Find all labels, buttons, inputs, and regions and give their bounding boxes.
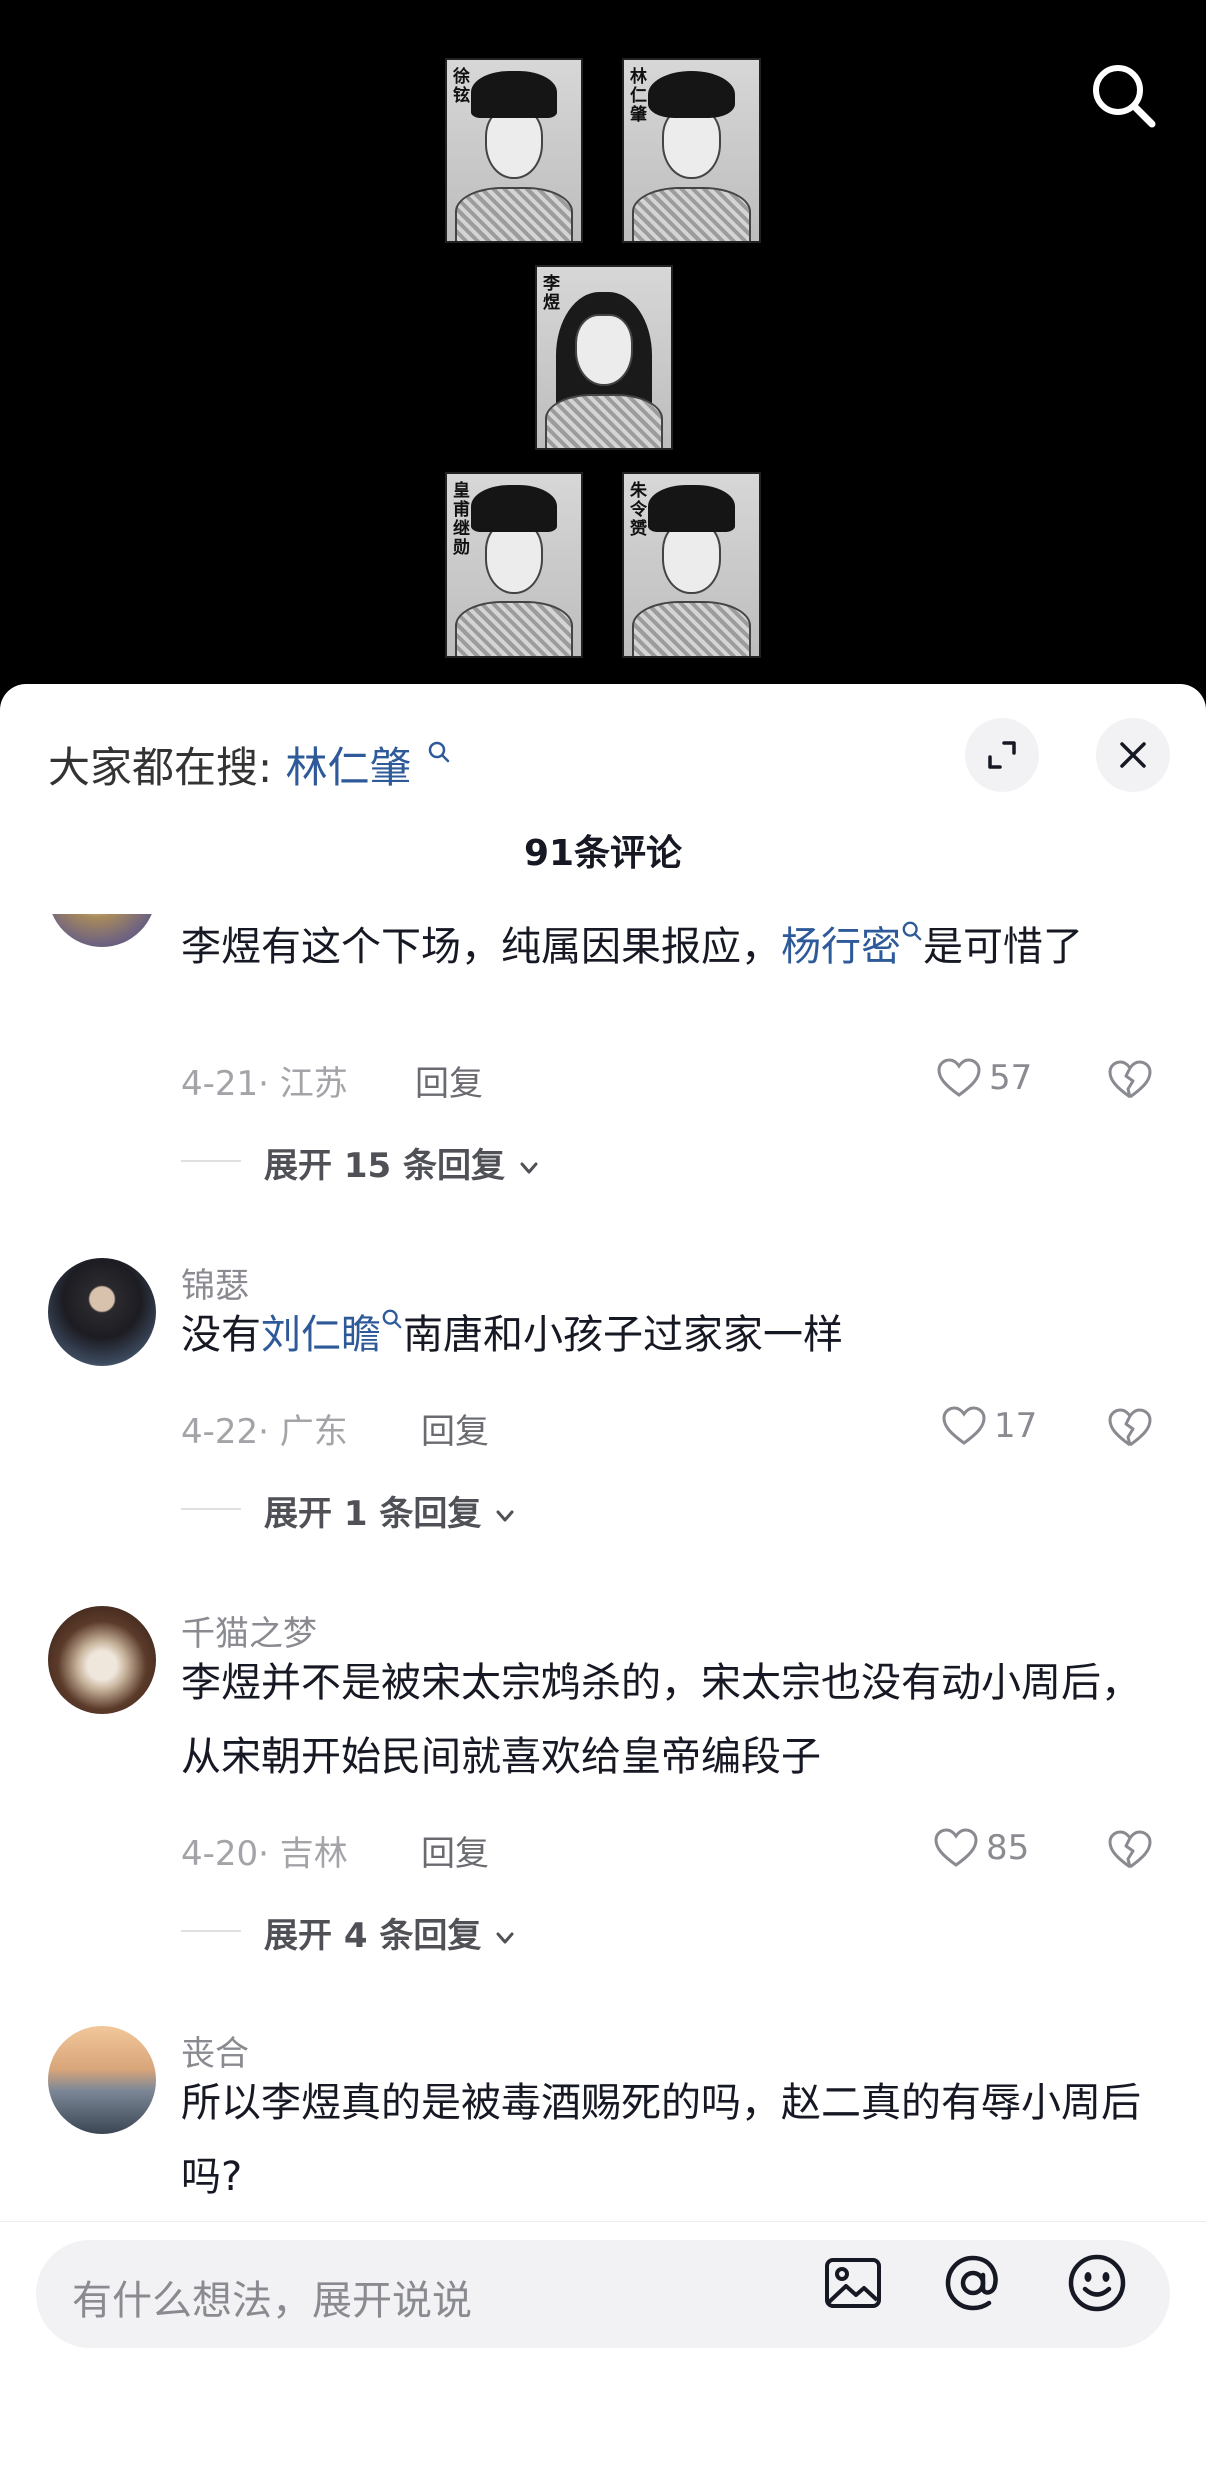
hot-search-bar: 大家都在搜: 林仁肇 [48, 734, 451, 795]
heart-icon [934, 1828, 978, 1867]
divider [181, 1930, 241, 1932]
search-icon [1093, 65, 1156, 128]
search-icon [902, 921, 922, 941]
comment-text: 李煜有这个下场，纯属因果报应，杨行密 是可惜了 [181, 914, 1161, 984]
hot-search-prefix: 大家都在搜: [48, 743, 273, 792]
heart-icon [937, 1058, 981, 1097]
emoji-icon[interactable] [1066, 2252, 1128, 2314]
like-count: 17 [994, 1406, 1038, 1446]
avatar[interactable] [48, 1258, 156, 1366]
hot-search-term[interactable]: 林仁肇 [286, 743, 412, 792]
expand-replies-label: 展开 4 条回复 [264, 1916, 482, 1956]
comment-sheet: 大家都在搜: 林仁肇 91条评论 李煜有这个下场，纯属因果报应，杨行密 是可惜了 … [0, 684, 1206, 2467]
search-icon [382, 1309, 402, 1329]
broken-heart-icon[interactable] [1106, 1056, 1154, 1104]
comment-date: 4-21 [181, 1064, 259, 1104]
comment-meta: 4-22· 广东 [181, 1412, 348, 1452]
like-button[interactable]: 85 [932, 1824, 1029, 1872]
expand-replies-label: 展开 15 条回复 [264, 1146, 505, 1186]
divider [181, 1160, 241, 1162]
avatar[interactable] [48, 1606, 156, 1714]
close-icon [1120, 742, 1146, 768]
video-player[interactable]: 徐铉 林仁肇 李煜 皇甫继勋 朱令赟 [0, 0, 1206, 700]
expand-button[interactable] [965, 718, 1039, 792]
expand-replies-button[interactable]: 展开 15 条回复 [264, 1138, 541, 1187]
like-button[interactable]: 57 [935, 1054, 1032, 1102]
at-icon[interactable] [942, 2252, 1004, 2314]
search-icon [428, 741, 450, 763]
divider [181, 1508, 241, 1510]
comment-text-part: 是可惜了 [923, 924, 1083, 970]
portrait-li-yu: 李煜 [535, 265, 673, 450]
heart-icon [942, 1406, 986, 1445]
image-icon[interactable] [822, 2252, 884, 2314]
avatar[interactable] [48, 914, 156, 947]
comment-input-placeholder: 有什么想法，展开说说 [72, 2278, 472, 2324]
expand-replies-label: 展开 1 条回复 [264, 1494, 482, 1534]
portrait-name: 徐铉 [453, 67, 470, 106]
comment-meta: 4-20· 吉林 [181, 1834, 348, 1874]
portrait-name: 李煜 [543, 274, 560, 313]
portrait-xu-xuan: 徐铉 [445, 58, 583, 243]
reply-button[interactable]: 回复 [415, 1056, 483, 1105]
mention-link[interactable]: 刘仁瞻 [261, 1312, 381, 1358]
chevron-down-icon [496, 1510, 514, 1521]
portrait-zhu-lingyun: 朱令赟 [622, 472, 761, 658]
comment-text: 李煜并不是被宋太宗鸩杀的，宋太宗也没有动小周后，从宋朝开始民间就喜欢给皇帝编段子 [181, 1646, 1161, 1794]
portrait-lin-renzhao: 林仁肇 [622, 58, 761, 243]
search-button[interactable] [1088, 60, 1160, 132]
comment-item: 李煜有这个下场，纯属因果报应，杨行密 是可惜了 4-21· 江苏 回复 57 展开… [0, 914, 1206, 1214]
comment-date: 4-20 [181, 1834, 259, 1874]
like-button[interactable]: 17 [940, 1402, 1037, 1450]
avatar[interactable] [48, 2026, 156, 2134]
reply-button[interactable]: 回复 [421, 1826, 489, 1875]
reply-button[interactable]: 回复 [421, 1404, 489, 1453]
mention-link[interactable]: 杨行密 [781, 924, 901, 970]
comment-input-bar: 有什么想法，展开说说 [0, 2221, 1206, 2467]
comment-count: 91条评论 [523, 833, 683, 874]
comment-text-part: 所以李煜真的是被毒酒赐死的吗，赵二真的有辱小周后吗? [181, 2080, 1141, 2200]
comment-location: 江苏 [279, 1064, 348, 1104]
like-count: 85 [986, 1828, 1030, 1868]
comment-location: 吉林 [279, 1834, 348, 1874]
portrait-name: 朱令赟 [630, 481, 647, 539]
comment-list[interactable]: 李煜有这个下场，纯属因果报应，杨行密 是可惜了 4-21· 江苏 回复 57 展开… [0, 914, 1206, 2211]
chevron-down-icon [520, 1162, 538, 1173]
comment-text: 所以李煜真的是被毒酒赐死的吗，赵二真的有辱小周后吗? [181, 2066, 1161, 2211]
comment-item: 锦瑟 没有刘仁瞻 南唐和小孩子过家家一样 4-22· 广东 回复 17 展开 1 … [0, 1258, 1206, 1578]
portrait-name: 林仁肇 [630, 67, 647, 125]
expand-replies-button[interactable]: 展开 4 条回复 [264, 1908, 517, 1957]
comment-text-part: 李煜并不是被宋太宗鸩杀的，宋太宗也没有动小周后，从宋朝开始民间就喜欢给皇帝编段子 [181, 1660, 1141, 1780]
comment-item: 千猫之梦 李煜并不是被宋太宗鸩杀的，宋太宗也没有动小周后，从宋朝开始民间就喜欢给… [0, 1606, 1206, 1986]
expand-icon [988, 741, 1016, 769]
comment-date: 4-22 [181, 1412, 259, 1452]
comment-text: 没有刘仁瞻 南唐和小孩子过家家一样 [181, 1298, 1161, 1372]
comment-meta: 4-21· 江苏 [181, 1064, 348, 1104]
like-count: 57 [989, 1058, 1033, 1098]
broken-heart-icon[interactable] [1106, 1826, 1154, 1874]
chevron-down-icon [496, 1932, 514, 1943]
portrait-huangfu-jixun: 皇甫继勋 [445, 472, 583, 658]
close-button[interactable] [1096, 718, 1170, 792]
broken-heart-icon[interactable] [1106, 1404, 1154, 1452]
comment-text-part: 李煜有这个下场，纯属因果报应， [181, 924, 781, 970]
comment-location: 广东 [279, 1412, 348, 1452]
comment-text-part: 南唐和小孩子过家家一样 [403, 1312, 843, 1358]
portrait-name: 皇甫继勋 [453, 481, 470, 558]
comment-item: 丧合 所以李煜真的是被毒酒赐死的吗，赵二真的有辱小周后吗? [0, 2026, 1206, 2211]
expand-replies-button[interactable]: 展开 1 条回复 [264, 1486, 517, 1535]
comment-text-part: 没有 [181, 1312, 261, 1358]
